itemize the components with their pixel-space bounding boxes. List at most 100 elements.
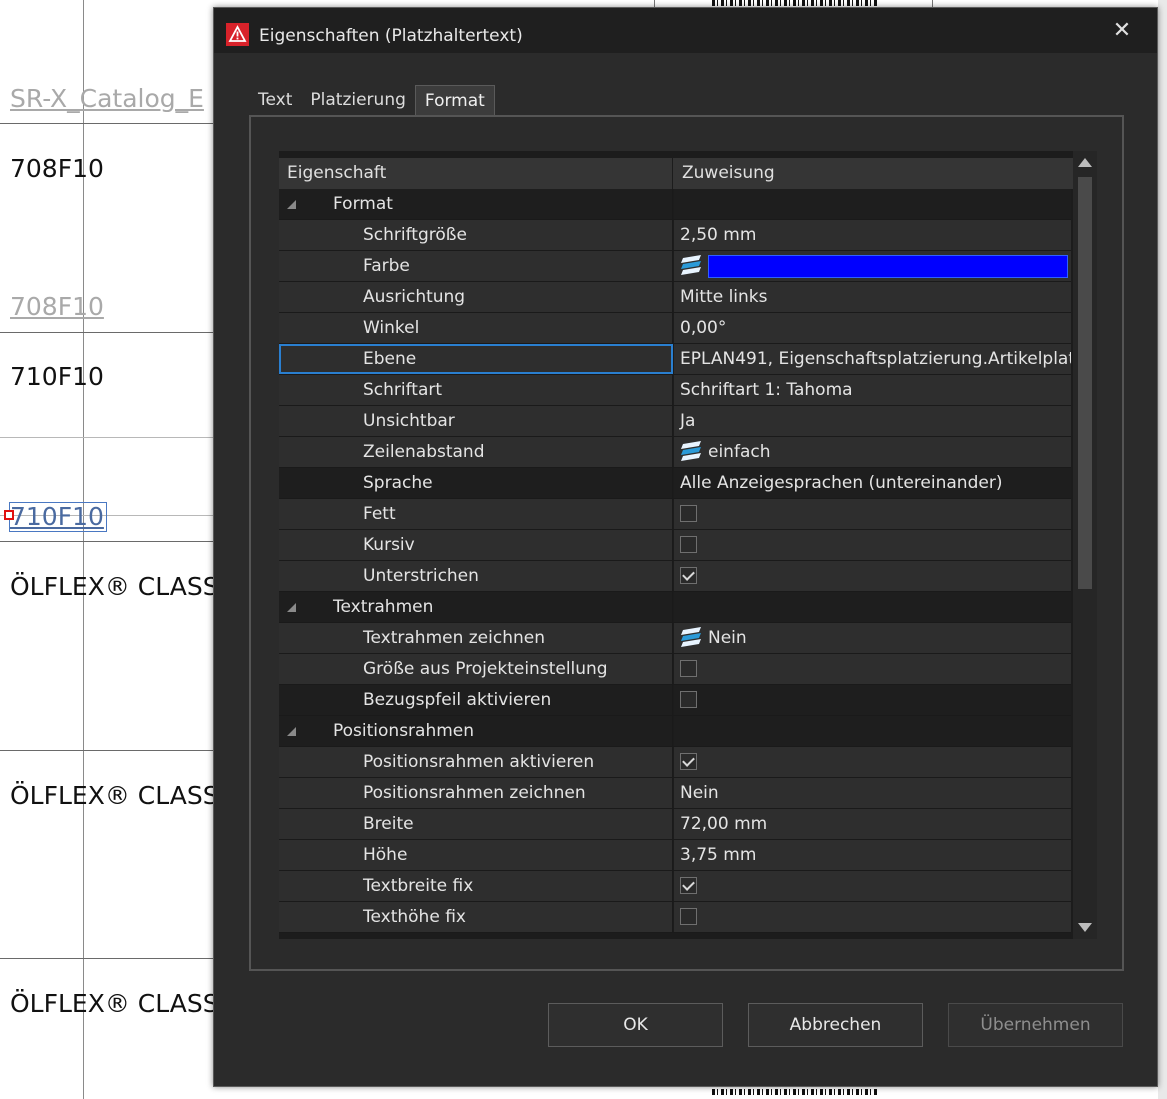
property-value[interactable]: Alle Anzeigesprachen (untereinander) — [674, 468, 1071, 498]
apply-button[interactable]: Übernehmen — [948, 1003, 1123, 1047]
property-value[interactable] — [674, 747, 1071, 777]
property-row[interactable]: Unterstrichen — [279, 561, 1071, 592]
property-row[interactable]: Größe aus Projekteinstellung — [279, 654, 1071, 685]
checkbox[interactable] — [680, 536, 697, 553]
property-row[interactable]: Schriftgröße 2,50 mm — [279, 220, 1071, 251]
close-icon: ✕ — [1112, 18, 1132, 43]
dialog-titlebar[interactable]: Eigenschaften (Platzhaltertext) ✕ — [214, 8, 1157, 53]
property-name: Kursiv — [279, 530, 673, 560]
property-row[interactable]: Textbreite fix — [279, 871, 1071, 902]
property-value[interactable]: Nein — [674, 778, 1071, 808]
property-group-row[interactable]: Textrahmen — [279, 592, 1071, 623]
ok-button[interactable]: OK — [548, 1003, 723, 1047]
property-row[interactable]: Farbe — [279, 251, 1071, 282]
barcode-graphic — [712, 1089, 878, 1095]
checkbox[interactable] — [680, 660, 697, 677]
cancel-button[interactable]: Abbrechen — [748, 1003, 923, 1047]
property-row[interactable]: Höhe 3,75 mm — [279, 840, 1071, 871]
collapse-triangle-icon[interactable] — [287, 727, 296, 736]
property-value[interactable]: Nein — [674, 623, 1071, 653]
grid-line — [0, 958, 213, 959]
property-name-text: Positionsrahmen aktivieren — [363, 752, 595, 772]
property-name-text: Texthöhe fix — [363, 907, 466, 927]
property-value[interactable] — [674, 685, 1071, 715]
column-header-value[interactable]: Zuweisung — [674, 158, 1071, 189]
property-name-text: Schriftart — [363, 380, 443, 400]
property-name: Breite — [279, 809, 673, 839]
property-value[interactable]: einfach — [674, 437, 1071, 467]
property-group-row[interactable]: Format — [279, 189, 1071, 220]
checkbox[interactable] — [680, 908, 697, 925]
drawing-text[interactable]: 708F10 — [10, 154, 104, 183]
eplan-warning-icon — [226, 23, 249, 46]
property-row[interactable]: Schriftart Schriftart 1: Tahoma — [279, 375, 1071, 406]
property-row[interactable]: Winkel 0,00° — [279, 313, 1071, 344]
scroll-thumb[interactable] — [1078, 177, 1092, 589]
checkbox[interactable] — [680, 691, 697, 708]
property-value[interactable]: Mitte links — [674, 282, 1071, 312]
property-value[interactable]: 2,50 mm — [674, 220, 1071, 250]
property-value[interactable] — [674, 561, 1071, 591]
property-row[interactable]: Positionsrahmen aktivieren — [279, 747, 1071, 778]
property-row[interactable]: Bezugspfeil aktivieren — [279, 685, 1071, 716]
checkbox[interactable] — [680, 877, 697, 894]
property-row[interactable]: Positionsrahmen zeichnen Nein — [279, 778, 1071, 809]
property-row[interactable]: Textrahmen zeichnen Nein — [279, 623, 1071, 654]
scroll-up-arrow-icon[interactable] — [1078, 158, 1092, 167]
checkbox[interactable] — [680, 753, 697, 770]
vertical-scrollbar[interactable] — [1073, 151, 1097, 939]
property-group-row[interactable]: Positionsrahmen — [279, 716, 1071, 747]
grid-line — [0, 750, 213, 751]
property-value[interactable] — [674, 654, 1071, 684]
color-swatch[interactable] — [708, 255, 1068, 278]
tab-format[interactable]: Format — [414, 85, 495, 115]
drawing-text[interactable]: ÖLFLEX® CLASS — [10, 989, 219, 1018]
property-name: Schriftart — [279, 375, 673, 405]
property-value[interactable] — [674, 251, 1071, 281]
property-row[interactable]: Unsichtbar Ja — [279, 406, 1071, 437]
property-value-text: einfach — [708, 442, 771, 462]
property-value[interactable]: Ja — [674, 406, 1071, 436]
close-button[interactable]: ✕ — [1102, 13, 1142, 49]
selected-placeholder-text[interactable]: 710F10 — [9, 502, 107, 532]
drawing-text[interactable]: ÖLFLEX® CLASS — [10, 572, 219, 601]
property-value-text: Nein — [680, 783, 719, 803]
property-row[interactable]: Texthöhe fix — [279, 902, 1071, 933]
property-value[interactable] — [674, 871, 1071, 901]
property-row[interactable]: Kursiv — [279, 530, 1071, 561]
property-name-text: Format — [333, 194, 393, 214]
collapse-triangle-icon[interactable] — [287, 200, 296, 209]
property-row[interactable]: Sprache Alle Anzeigesprachen (untereinand… — [279, 468, 1071, 499]
property-value-text: 2,50 mm — [680, 225, 757, 245]
property-value[interactable]: Schriftart 1: Tahoma — [674, 375, 1071, 405]
property-row[interactable]: Zeilenabstand einfach — [279, 437, 1071, 468]
property-value[interactable] — [674, 902, 1071, 932]
property-value-text: Alle Anzeigesprachen (untereinander) — [680, 473, 1003, 493]
property-row[interactable]: Ausrichtung Mitte links — [279, 282, 1071, 313]
property-value[interactable] — [674, 530, 1071, 560]
tab-text[interactable]: Text — [249, 85, 301, 115]
checkbox[interactable] — [680, 567, 697, 584]
drawing-text[interactable]: 708F10 — [10, 292, 104, 321]
property-value[interactable]: 72,00 mm — [674, 809, 1071, 839]
collapse-triangle-icon[interactable] — [287, 603, 296, 612]
property-row[interactable]: Ebene EPLAN491, Eigenschaftsplatzierung.A… — [279, 344, 1071, 375]
checkbox[interactable] — [680, 505, 697, 522]
property-name: Farbe — [279, 251, 673, 281]
selection-handle[interactable] — [4, 510, 14, 520]
grid-line — [0, 123, 213, 124]
property-row[interactable]: Fett — [279, 499, 1071, 530]
drawing-text[interactable]: 710F10 — [10, 362, 104, 391]
property-name-text: Winkel — [363, 318, 420, 338]
drawing-text[interactable]: ÖLFLEX® CLASS — [10, 781, 219, 810]
property-value[interactable]: 3,75 mm — [674, 840, 1071, 870]
property-value[interactable] — [674, 499, 1071, 529]
property-value[interactable]: EPLAN491, Eigenschaftsplatzierung.Artike… — [674, 344, 1071, 374]
column-header-property[interactable]: Eigenschaft — [279, 158, 673, 189]
properties-dialog: Eigenschaften (Platzhaltertext) ✕ Text P… — [213, 7, 1158, 1087]
property-row[interactable]: Breite 72,00 mm — [279, 809, 1071, 840]
drawing-text[interactable]: SR-X_Catalog_E — [10, 84, 204, 113]
property-value[interactable]: 0,00° — [674, 313, 1071, 343]
tab-platzierung[interactable]: Platzierung — [301, 85, 415, 115]
scroll-down-arrow-icon[interactable] — [1078, 923, 1092, 932]
